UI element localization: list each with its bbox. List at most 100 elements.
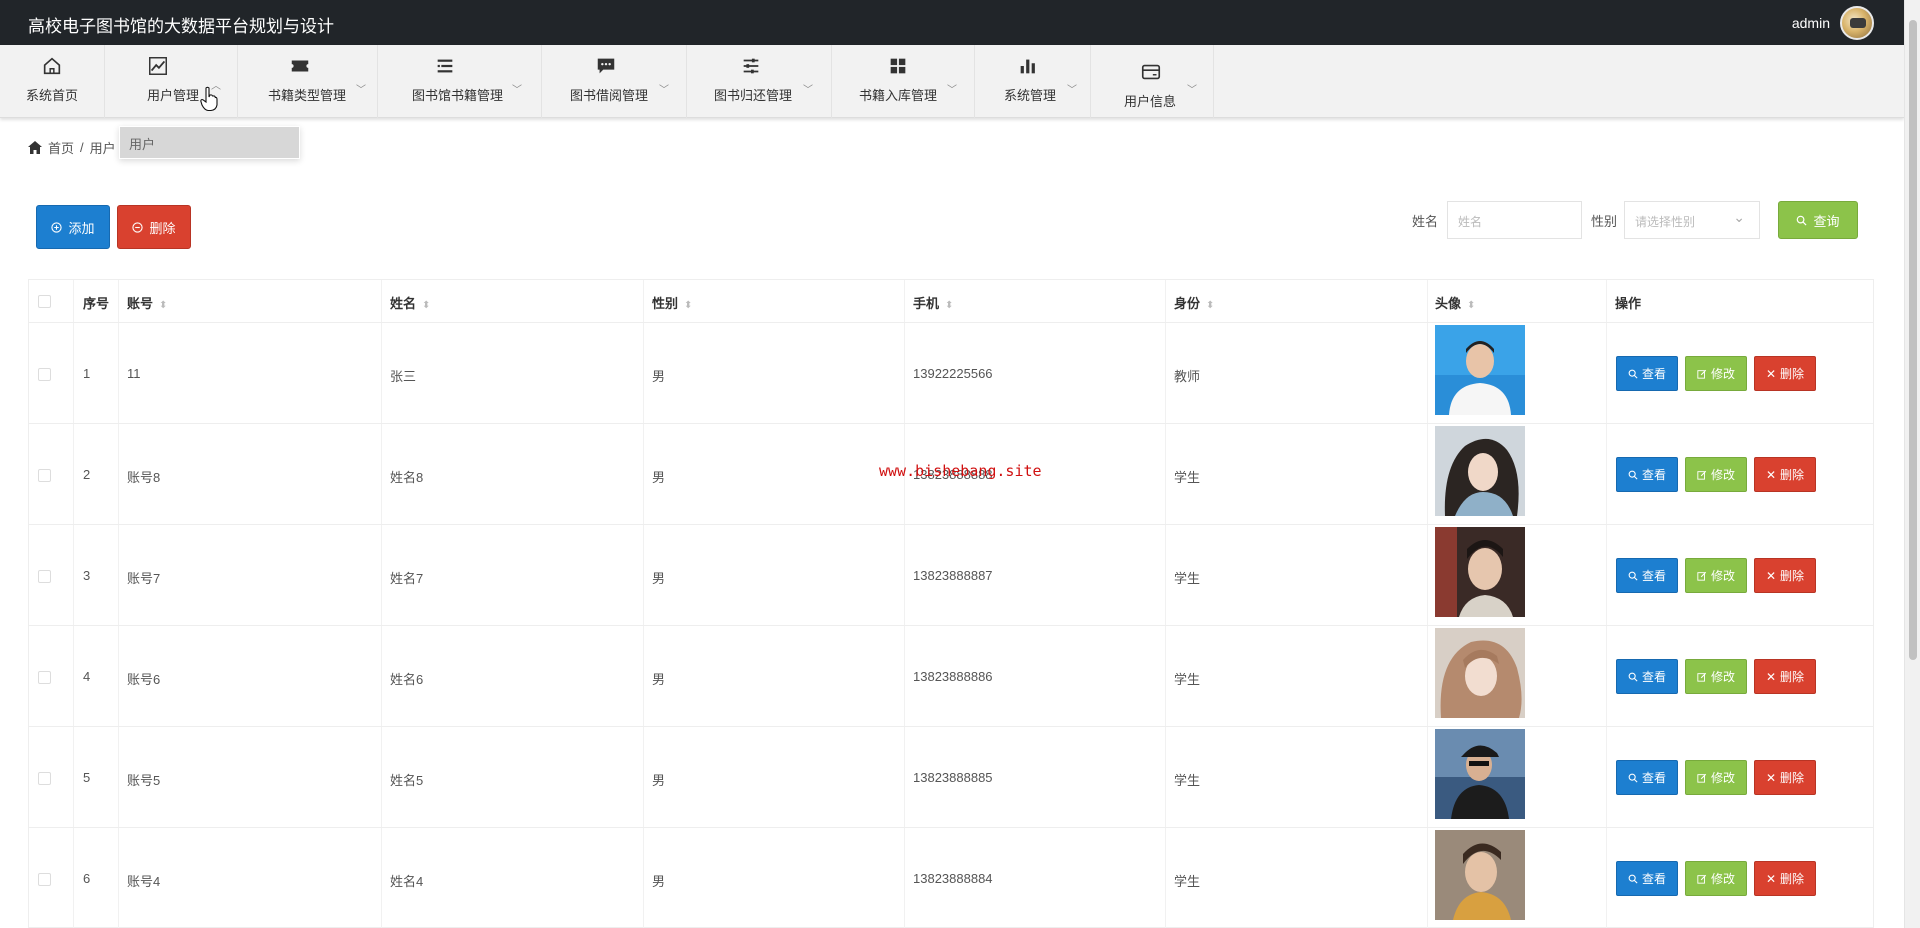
cell-name: 张三 bbox=[390, 369, 417, 384]
nav-item-library-books[interactable]: 图书馆书籍管理 ﹀ bbox=[378, 45, 542, 118]
nav-item-user-management[interactable]: 用户管理 ︿ bbox=[105, 45, 238, 118]
cell-no: 6 bbox=[83, 871, 91, 886]
list-icon bbox=[437, 59, 452, 73]
cell-role: 学生 bbox=[1174, 672, 1201, 687]
chevron-down-icon: ﹀ bbox=[1067, 85, 1077, 96]
top-bar: 高校电子图书馆的大数据平台规划与设计 admin bbox=[0, 0, 1904, 45]
sex-filter-select[interactable]: 请选择性别 bbox=[1624, 201, 1760, 239]
view-button[interactable]: 查看 bbox=[1616, 558, 1678, 593]
row-checkbox[interactable] bbox=[38, 772, 51, 785]
edit-button[interactable]: 修改 bbox=[1685, 760, 1747, 795]
row-actions: 查看 修改 ✕ 删除 bbox=[1616, 861, 1816, 896]
breadcrumb-home[interactable]: 首页 bbox=[48, 138, 74, 157]
search-icon bbox=[1628, 470, 1638, 480]
chevron-down-icon: ﹀ bbox=[512, 85, 522, 96]
cell-account: 账号7 bbox=[127, 571, 161, 586]
sort-icon[interactable]: ⬍ bbox=[422, 300, 430, 311]
cell-phone: 13823888884 bbox=[913, 871, 993, 886]
cell-role: 学生 bbox=[1174, 874, 1201, 889]
user-menu[interactable]: admin bbox=[1792, 6, 1874, 40]
edit-button[interactable]: 修改 bbox=[1685, 659, 1747, 694]
cell-sex: 男 bbox=[652, 773, 666, 788]
nav-item-book-type[interactable]: 书籍类型管理 ﹀ bbox=[238, 45, 378, 118]
view-button[interactable]: 查看 bbox=[1616, 861, 1678, 896]
view-button[interactable]: 查看 bbox=[1616, 760, 1678, 795]
row-delete-button[interactable]: ✕ 删除 bbox=[1754, 356, 1816, 391]
cell-sex: 男 bbox=[652, 672, 666, 687]
select-all-checkbox[interactable] bbox=[38, 295, 51, 308]
nav-item-home[interactable]: 系统首页 bbox=[0, 45, 105, 118]
header-phone[interactable]: 手机 ⬍ bbox=[913, 293, 953, 312]
view-button[interactable]: 查看 bbox=[1616, 356, 1678, 391]
chevron-down-icon: ﹀ bbox=[356, 85, 366, 96]
sort-icon[interactable]: ⬍ bbox=[945, 300, 953, 311]
search-icon bbox=[1628, 369, 1638, 379]
cell-account: 账号4 bbox=[127, 874, 161, 889]
sort-icon[interactable]: ⬍ bbox=[159, 300, 167, 311]
header-name[interactable]: 姓名 ⬍ bbox=[390, 293, 430, 312]
row-checkbox[interactable] bbox=[38, 671, 51, 684]
cell-phone: 13823888887 bbox=[913, 568, 993, 583]
sort-icon[interactable]: ⬍ bbox=[1206, 300, 1214, 311]
cell-sex: 男 bbox=[652, 571, 666, 586]
nav-item-return[interactable]: 图书归还管理 ﹀ bbox=[687, 45, 832, 118]
row-delete-button[interactable]: ✕ 删除 bbox=[1754, 659, 1816, 694]
nav-item-borrow[interactable]: 图书借阅管理 ﹀ bbox=[542, 45, 687, 118]
row-checkbox[interactable] bbox=[38, 570, 51, 583]
cell-name: 姓名5 bbox=[390, 773, 424, 788]
row-delete-button[interactable]: ✕ 删除 bbox=[1754, 457, 1816, 492]
table-header: 序号 账号 ⬍ 姓名 ⬍ 性别 ⬍ 手机 ⬍ 身份 ⬍ 头像 ⬍ 操作 bbox=[29, 280, 1873, 323]
cell-phone: 13823888886 bbox=[913, 669, 993, 684]
page-scrollbar[interactable] bbox=[1904, 0, 1920, 928]
edit-icon bbox=[1697, 874, 1707, 884]
row-delete-button[interactable]: ✕ 删除 bbox=[1754, 558, 1816, 593]
header-label: 手机 bbox=[913, 296, 940, 311]
search-button[interactable]: 查询 bbox=[1778, 201, 1858, 239]
add-button[interactable]: 添加 bbox=[36, 205, 110, 249]
edit-button[interactable]: 修改 bbox=[1685, 861, 1747, 896]
chevron-down-icon: ﹀ bbox=[803, 85, 813, 96]
table-row: 1 11 张三 男 13922225566 教师 查看 修改 ✕ 删除 bbox=[29, 323, 1873, 424]
cell-account: 11 bbox=[127, 366, 141, 381]
header-sex[interactable]: 性别 ⬍ bbox=[652, 293, 692, 312]
cell-name: 姓名4 bbox=[390, 874, 424, 889]
nav-label: 系统首页 bbox=[25, 88, 78, 103]
delete-button[interactable]: 删除 bbox=[117, 205, 191, 249]
delete-button-label: 删除 bbox=[1780, 367, 1805, 381]
edit-button[interactable]: 修改 bbox=[1685, 558, 1747, 593]
edit-button-label: 修改 bbox=[1710, 771, 1735, 785]
row-checkbox[interactable] bbox=[38, 469, 51, 482]
nav-item-system[interactable]: 系统管理 ﹀ bbox=[975, 45, 1091, 118]
user-avatar-photo bbox=[1435, 325, 1525, 415]
avatar[interactable] bbox=[1840, 6, 1874, 40]
view-button-label: 查看 bbox=[1641, 468, 1666, 482]
delete-button-label: 删除 bbox=[1780, 670, 1805, 684]
header-label: 身份 bbox=[1174, 296, 1201, 311]
table-row: 3 账号7 姓名7 男 13823888887 学生 查看 修改 ✕ 删除 bbox=[29, 525, 1873, 626]
header-role[interactable]: 身份 ⬍ bbox=[1174, 293, 1214, 312]
row-delete-button[interactable]: ✕ 删除 bbox=[1754, 760, 1816, 795]
header-account[interactable]: 账号 ⬍ bbox=[127, 293, 167, 312]
user-avatar-photo bbox=[1435, 628, 1525, 718]
nav-item-stock-in[interactable]: 书籍入库管理 ﹀ bbox=[832, 45, 975, 118]
edit-button[interactable]: 修改 bbox=[1685, 457, 1747, 492]
sort-icon[interactable]: ⬍ bbox=[1467, 300, 1475, 311]
nav-item-user-info[interactable]: 用户信息 ﹀ bbox=[1091, 45, 1214, 118]
view-button[interactable]: 查看 bbox=[1616, 659, 1678, 694]
row-checkbox[interactable] bbox=[38, 873, 51, 886]
view-button-label: 查看 bbox=[1641, 771, 1666, 785]
header-actions: 操作 bbox=[1615, 296, 1642, 311]
header-label: 账号 bbox=[127, 296, 154, 311]
view-button[interactable]: 查看 bbox=[1616, 457, 1678, 492]
add-button-label: 添加 bbox=[68, 220, 95, 236]
name-filter-input[interactable]: 姓名 bbox=[1447, 201, 1582, 239]
scrollbar-thumb[interactable] bbox=[1909, 20, 1917, 660]
row-actions: 查看 修改 ✕ 删除 bbox=[1616, 760, 1816, 795]
row-checkbox[interactable] bbox=[38, 368, 51, 381]
sort-icon[interactable]: ⬍ bbox=[684, 300, 692, 311]
submenu-item-user[interactable]: 用户 bbox=[120, 127, 299, 158]
edit-button[interactable]: 修改 bbox=[1685, 356, 1747, 391]
header-avatar[interactable]: 头像 ⬍ bbox=[1435, 293, 1475, 312]
search-icon bbox=[1628, 672, 1638, 682]
row-delete-button[interactable]: ✕ 删除 bbox=[1754, 861, 1816, 896]
